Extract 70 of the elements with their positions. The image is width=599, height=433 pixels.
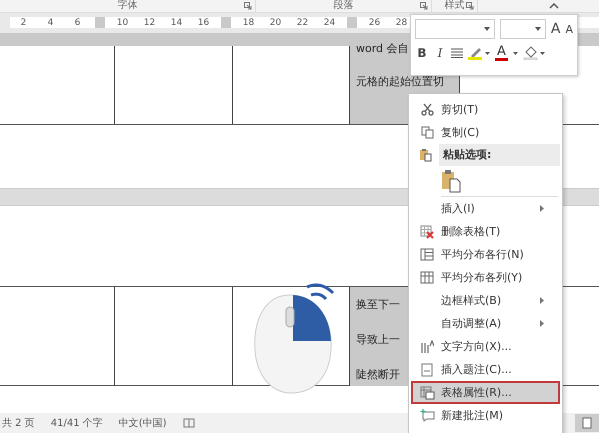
ruler-number: 22 xyxy=(296,18,310,28)
table-properties-icon xyxy=(420,386,434,400)
menu-item[interactable]: 插入题注(C)... xyxy=(411,358,560,381)
print-layout-button[interactable] xyxy=(575,414,599,432)
cell-text: word 会自 xyxy=(356,41,409,56)
status-text: 共 2 页 xyxy=(2,416,35,430)
menu-item[interactable]: 复制(C) xyxy=(411,121,560,144)
delete-table-icon xyxy=(420,224,434,238)
status-text: 中文(中国) xyxy=(118,416,167,430)
grow-font-button[interactable]: A xyxy=(550,21,560,37)
bold-button[interactable]: B xyxy=(415,46,429,60)
caption-icon xyxy=(421,362,433,376)
cell-text: 陡然断开 xyxy=(356,367,400,382)
page-icon xyxy=(581,417,593,429)
ribbon-group-label: 段落 xyxy=(334,0,354,12)
ribbon-group-label: 样式 xyxy=(444,0,464,12)
clipboard-icon xyxy=(418,148,432,162)
column-marker[interactable] xyxy=(221,17,231,28)
menu-item[interactable]: 插入(I) xyxy=(411,197,560,220)
ruler-number: 26 xyxy=(368,18,382,28)
menu-section-header: 粘贴选项: xyxy=(439,144,560,166)
ruler-number: 28 xyxy=(394,18,408,28)
font-size-field[interactable] xyxy=(500,19,546,39)
ruler-number: 14 xyxy=(170,18,184,28)
column-marker[interactable] xyxy=(347,17,357,28)
italic-button[interactable]: I xyxy=(434,46,446,60)
ruler-number: 16 xyxy=(196,18,210,28)
paint-bucket-icon[interactable] xyxy=(522,46,545,60)
align-icon[interactable] xyxy=(451,48,463,58)
distribute-columns-icon xyxy=(420,271,434,284)
ruler-number: 24 xyxy=(322,18,336,28)
menu-item[interactable]: 边框样式(B) xyxy=(411,289,560,312)
ruler-number: 6 xyxy=(74,18,82,28)
book-icon[interactable] xyxy=(182,417,195,429)
dropdown-arrow-icon xyxy=(534,27,541,31)
menu-item[interactable]: 表格属性(R)... xyxy=(411,381,560,404)
ruler-number: 4 xyxy=(46,18,54,28)
dialog-launcher-icon[interactable] xyxy=(466,2,474,10)
menu-item[interactable]: 平均分布各行(N) xyxy=(411,243,560,266)
ruler-number: 10 xyxy=(116,18,130,28)
new-comment-icon xyxy=(420,409,434,422)
menu-item[interactable]: 新建批注(M) xyxy=(411,404,560,427)
cell-text: 元格的起始位置切 xyxy=(356,74,444,89)
menu-item[interactable]: 自动调整(A) xyxy=(411,312,560,335)
dialog-launcher-icon[interactable] xyxy=(420,2,428,10)
dropdown-arrow-icon[interactable] xyxy=(512,52,518,54)
copy-icon xyxy=(420,126,434,139)
ruler-number: 20 xyxy=(268,18,282,28)
font-name-field[interactable] xyxy=(415,19,495,39)
ruler-number: 18 xyxy=(242,18,256,28)
scissors-icon xyxy=(420,103,434,116)
column-marker[interactable] xyxy=(95,17,105,28)
paste-option-icon[interactable] xyxy=(441,169,461,193)
cell-text: 换至下一 xyxy=(356,297,400,312)
menu-item[interactable]: 剪切(T) xyxy=(411,98,560,121)
distribute-rows-icon xyxy=(420,248,434,261)
cell-text: 导致上一 xyxy=(356,332,400,347)
font-color-button[interactable]: A xyxy=(495,45,508,61)
menu-item[interactable]: 平均分布各列(Y) xyxy=(411,266,560,289)
dropdown-arrow-icon xyxy=(484,27,490,31)
ruler-number: 12 xyxy=(142,18,156,28)
text-direction-icon xyxy=(420,340,434,354)
menu-item[interactable]: 删除表格(T) xyxy=(411,220,560,243)
menu-item[interactable]: 文字方向(X)... xyxy=(411,335,560,358)
collapse-ribbon-icon[interactable] xyxy=(549,3,559,9)
highlighter-icon[interactable] xyxy=(468,46,490,60)
shrink-font-button[interactable]: A xyxy=(565,22,574,36)
dialog-launcher-icon[interactable] xyxy=(244,2,252,10)
status-text: 41/41 个字 xyxy=(50,416,103,430)
ruler-number: 2 xyxy=(20,18,28,28)
